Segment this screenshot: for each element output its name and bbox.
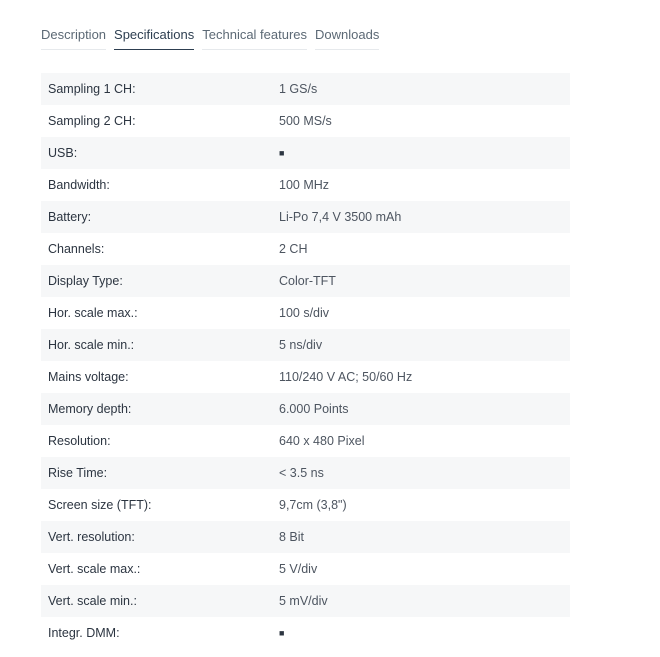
table-row: Integr. DMM: ■	[41, 617, 570, 649]
spec-value: 5 mV/div	[279, 594, 328, 608]
spec-label: Mains voltage:	[48, 370, 129, 384]
spec-value: 500 MS/s	[279, 114, 332, 128]
table-row: USB: ■	[41, 137, 570, 169]
spec-value: Li-Po 7,4 V 3500 mAh	[279, 210, 402, 224]
spec-label: Sampling 2 CH:	[48, 114, 136, 128]
spec-value: Color-TFT	[279, 274, 336, 288]
specifications-table: Sampling 1 CH: 1 GS/s Sampling 2 CH: 500 MS…	[41, 73, 570, 649]
spec-label: Integr. DMM:	[48, 626, 120, 640]
spec-label: Battery:	[48, 210, 92, 224]
spec-value: 100 s/div	[279, 306, 330, 320]
table-row: Battery: Li-Po 7,4 V 3500 mAh	[41, 201, 570, 233]
spec-value: 5 V/div	[279, 562, 318, 576]
spec-label: Bandwidth:	[48, 178, 110, 192]
table-row: Hor. scale min.: 5 ns/div	[41, 329, 570, 361]
table-row: Vert. scale max.: 5 V/div	[41, 553, 570, 585]
spec-label: Vert. scale min.:	[48, 594, 137, 608]
spec-label: Sampling 1 CH:	[48, 82, 136, 96]
table-row: Rise Time: < 3.5 ns	[41, 457, 570, 489]
spec-label: Hor. scale max.:	[48, 306, 138, 320]
table-row: Hor. scale max.: 100 s/div	[41, 297, 570, 329]
spec-value: 110/240 V AC; 50/60 Hz	[279, 370, 413, 384]
table-row: Memory depth: 6.000 Points	[41, 393, 570, 425]
table-row: Sampling 2 CH: 500 MS/s	[41, 105, 570, 137]
tab-technical-features[interactable]: Technical features	[202, 24, 308, 50]
tab-description[interactable]: Description	[41, 24, 107, 50]
spec-label: Resolution:	[48, 434, 111, 448]
spec-label: Vert. scale max.:	[48, 562, 141, 576]
spec-label: Vert. resolution:	[48, 530, 135, 544]
tab-specifications[interactable]: Specifications	[114, 24, 195, 50]
spec-value: 6.000 Points	[279, 402, 349, 416]
spec-value: 100 MHz	[279, 178, 330, 192]
table-row: Mains voltage: 110/240 V AC; 50/60 Hz	[41, 361, 570, 393]
table-row: Vert. resolution: 8 Bit	[41, 521, 570, 553]
spec-value: 640 x 480 Pixel	[279, 434, 365, 448]
spec-value: 5 ns/div	[279, 338, 323, 352]
table-row: Channels: 2 CH	[41, 233, 570, 265]
spec-label: Hor. scale min.:	[48, 338, 135, 352]
spec-value: 1 GS/s	[279, 82, 318, 96]
spec-label: Screen size (TFT):	[48, 498, 152, 512]
table-row: Vert. scale min.: 5 mV/div	[41, 585, 570, 617]
table-row: Screen size (TFT): 9,7cm (3,8")	[41, 489, 570, 521]
spec-label: Display Type:	[48, 274, 123, 288]
spec-label: USB:	[48, 146, 78, 160]
spec-label: Rise Time:	[48, 466, 108, 480]
check-square-icon: ■	[279, 628, 285, 638]
check-square-icon: ■	[279, 148, 285, 158]
spec-label: Memory depth:	[48, 402, 132, 416]
table-row: Sampling 1 CH: 1 GS/s	[41, 73, 570, 105]
product-tabs: Description Specifications Technical fea…	[41, 24, 387, 50]
table-row: Resolution: 640 x 480 Pixel	[41, 425, 570, 457]
tab-downloads[interactable]: Downloads	[315, 24, 380, 50]
spec-value: < 3.5 ns	[279, 466, 324, 480]
spec-label: Channels:	[48, 242, 105, 256]
spec-value: 8 Bit	[279, 530, 305, 544]
spec-value: 9,7cm (3,8")	[279, 498, 347, 512]
spec-value: 2 CH	[279, 242, 308, 256]
table-row: Bandwidth: 100 MHz	[41, 169, 570, 201]
table-row: Display Type: Color-TFT	[41, 265, 570, 297]
